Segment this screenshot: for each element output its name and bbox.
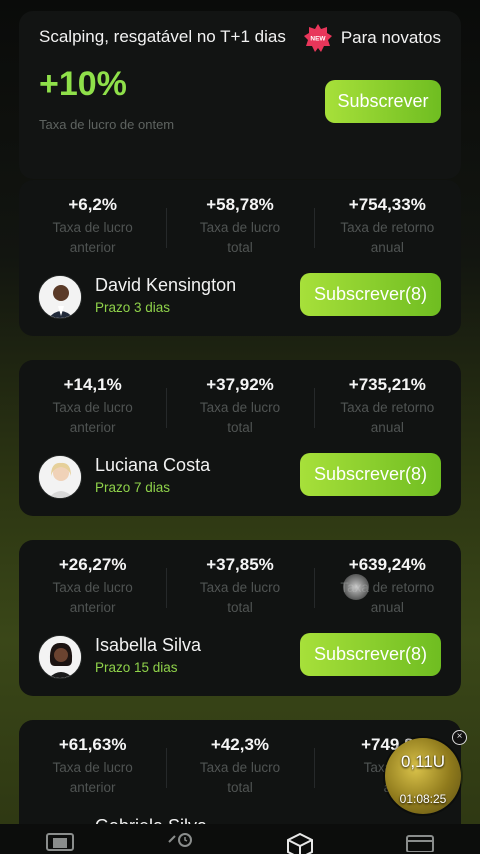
trader-name: Luciana Costa — [95, 455, 211, 475]
prev-rate-value: +6,2% — [68, 195, 117, 214]
prev-rate-label-1: Taxa de lucro — [52, 400, 133, 415]
prev-rate-label-2: anterior — [69, 780, 116, 795]
prev-rate-stat: +26,27% Taxa de lucro anterior — [19, 554, 166, 620]
prev-rate-label-1: Taxa de lucro — [52, 760, 133, 775]
annual-rate-value: +735,21% — [348, 375, 426, 394]
total-rate-stat: +58,78% Taxa de lucro total — [166, 194, 313, 260]
total-rate-label-1: Taxa de lucro — [199, 760, 281, 775]
total-rate-value: +37,92% — [206, 375, 274, 394]
total-rate-value: +37,85% — [206, 555, 274, 574]
subscribe-button[interactable]: Subscrever(8) — [300, 633, 441, 676]
badge-text: Para novatos — [340, 28, 441, 47]
trader-term: Prazo 7 dias — [95, 480, 171, 495]
total-rate-label-1: Taxa de lucro — [199, 400, 281, 415]
annual-rate-stat: +639,24% Taxa de retorno anual — [313, 554, 461, 620]
prev-rate-value: +14,1% — [63, 375, 122, 394]
trader-card: +6,2% Taxa de lucro anterior +58,78% Tax… — [19, 180, 461, 336]
trader-card: +26,27% Taxa de lucro anterior +37,85% T… — [19, 540, 461, 696]
promo-card: Scalping, resgatável no T+1 dias NEW Par… — [19, 11, 461, 179]
close-icon[interactable]: × — [452, 730, 467, 745]
annual-rate-label-1: Taxa de retorno — [340, 400, 435, 415]
subscribe-button[interactable]: Subscrever(8) — [300, 453, 441, 496]
home-icon[interactable] — [42, 824, 78, 854]
floating-bonus-widget[interactable]: 0,11U 01:08:25 — [385, 738, 461, 814]
prev-rate-stat: +14,1% Taxa de lucro anterior — [19, 374, 166, 440]
total-rate-label-2: total — [227, 420, 253, 435]
wallet-icon[interactable] — [402, 824, 438, 854]
total-rate-value: +58,78% — [206, 195, 274, 214]
annual-rate-label-1: Taxa de retorno — [340, 220, 435, 235]
total-rate-stat: +42,3% Taxa de lucro total — [166, 734, 313, 800]
new-badge-icon: NEW — [303, 23, 333, 53]
trader-card: +14,1% Taxa de lucro anterior +37,92% Ta… — [19, 360, 461, 516]
bottom-nav — [0, 824, 480, 854]
prev-rate-label-1: Taxa de lucro — [52, 220, 133, 235]
floating-timer: 01:08:25 — [399, 792, 447, 806]
prev-rate-label-2: anterior — [69, 600, 116, 615]
prev-rate-stat: +61,63% Taxa de lucro anterior — [19, 734, 166, 800]
annual-rate-value: +754,33% — [348, 195, 426, 214]
promo-rate: +10% — [39, 65, 127, 103]
annual-rate-value: +639,24% — [348, 555, 426, 574]
prev-rate-value: +26,27% — [58, 555, 127, 574]
trader-term: Prazo 15 dias — [95, 660, 178, 675]
prev-rate-stat: +6,2% Taxa de lucro anterior — [19, 194, 166, 260]
subscribe-button[interactable]: Subscrever — [325, 80, 441, 123]
touch-indicator — [343, 574, 369, 600]
prev-rate-label-2: anterior — [69, 420, 116, 435]
avatar[interactable] — [38, 275, 82, 319]
total-rate-label-1: Taxa de lucro — [199, 220, 281, 235]
total-rate-label-1: Taxa de lucro — [199, 580, 281, 595]
avatar[interactable] — [38, 635, 82, 679]
history-icon[interactable] — [162, 824, 198, 854]
annual-rate-label-1: Taxa de retorno — [340, 580, 435, 595]
total-rate-label-2: total — [227, 600, 253, 615]
prev-rate-value: +61,63% — [58, 735, 127, 754]
total-rate-label-2: total — [227, 780, 253, 795]
floating-amount: 0,11U — [400, 752, 446, 771]
trader-term: Prazo 3 dias — [95, 300, 171, 315]
trader-name: Isabella Silva — [95, 635, 202, 655]
annual-rate-stat: +735,21% Taxa de retorno anual — [313, 374, 461, 440]
subscribe-button[interactable]: Subscrever(8) — [300, 273, 441, 316]
prev-rate-label-2: anterior — [69, 240, 116, 255]
annual-rate-label-2: anual — [370, 600, 404, 615]
new-badge-label: NEW — [310, 36, 326, 43]
promo-rate-label: Taxa de lucro de ontem — [39, 117, 175, 132]
prev-rate-label-1: Taxa de lucro — [52, 580, 133, 595]
total-rate-label-2: total — [227, 240, 253, 255]
total-rate-stat: +37,85% Taxa de lucro total — [166, 554, 313, 620]
annual-rate-label-2: anual — [370, 420, 404, 435]
avatar[interactable] — [38, 455, 82, 499]
annual-rate-stat: +754,33% Taxa de retorno anual — [313, 194, 461, 260]
total-rate-value: +42,3% — [210, 735, 270, 754]
annual-rate-label-2: anual — [370, 240, 404, 255]
trader-name: David Kensington — [95, 275, 237, 295]
box-icon[interactable] — [282, 824, 318, 854]
total-rate-stat: +37,92% Taxa de lucro total — [166, 374, 313, 440]
promo-title: Scalping, resgatável no T+1 dias — [39, 27, 286, 46]
novice-badge: NEW Para novatos — [303, 23, 441, 53]
